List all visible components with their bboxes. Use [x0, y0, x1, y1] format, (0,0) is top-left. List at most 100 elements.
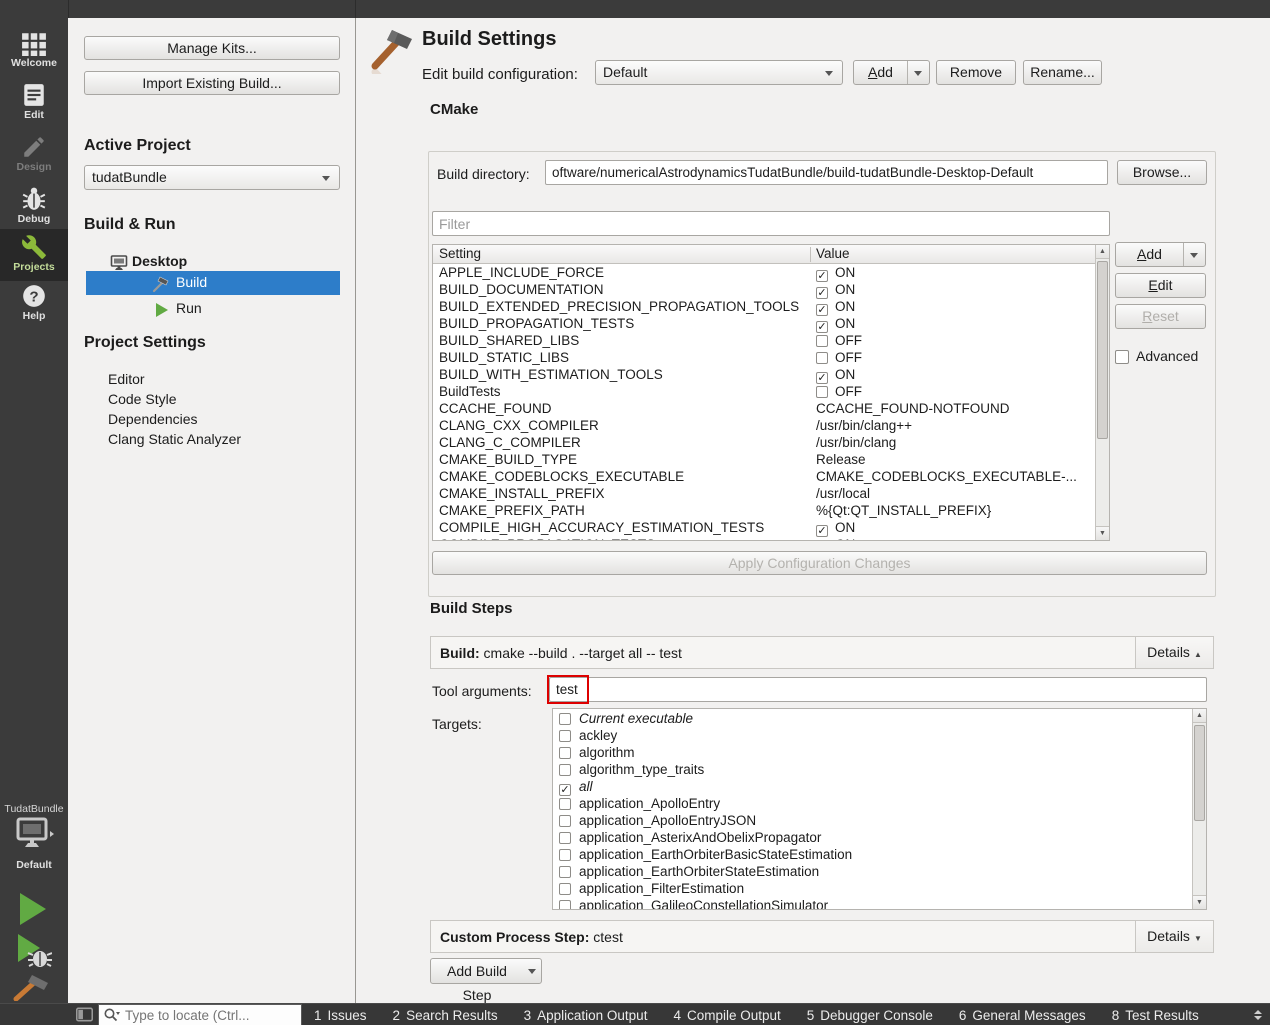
- target-row[interactable]: application_GalileoConstellationSimulato…: [553, 897, 1192, 909]
- output-pane-button[interactable]: 1Issues: [314, 1008, 367, 1023]
- manage-kits-button[interactable]: Manage Kits...: [84, 36, 340, 60]
- cmake-filter-input[interactable]: [432, 211, 1110, 236]
- scrollbar-thumb[interactable]: [1194, 725, 1205, 821]
- output-pane-button[interactable]: 4Compile Output: [673, 1008, 780, 1023]
- target-checkbox[interactable]: [559, 764, 571, 776]
- import-existing-build-button[interactable]: Import Existing Build...: [84, 71, 340, 95]
- mode-help[interactable]: ? Help: [0, 281, 68, 331]
- settings-table-scrollbar[interactable]: ▲ ▼: [1095, 245, 1109, 540]
- table-row[interactable]: COMPILE_HIGH_ACCURACY_ESTIMATION_TESTS O…: [433, 519, 1095, 536]
- build-directory-input[interactable]: [545, 160, 1108, 185]
- target-row[interactable]: application_EarthOrbiterBasicStateEstima…: [553, 846, 1192, 863]
- mode-debug[interactable]: Debug: [0, 184, 68, 234]
- advanced-checkbox[interactable]: [1115, 350, 1129, 364]
- output-pane-button[interactable]: 3Application Output: [524, 1008, 648, 1023]
- target-checkbox[interactable]: [559, 883, 571, 895]
- target-row[interactable]: algorithm_type_traits: [553, 761, 1192, 778]
- table-row[interactable]: BUILD_STATIC_LIBS OFF: [433, 349, 1095, 366]
- output-pane-button[interactable]: 5Debugger Console: [807, 1008, 933, 1023]
- mode-projects[interactable]: Projects: [0, 229, 68, 281]
- tree-item-build[interactable]: Build: [86, 271, 340, 295]
- edit-setting-button[interactable]: Edit: [1115, 273, 1206, 298]
- table-row[interactable]: APPLE_INCLUDE_FORCE ON: [433, 264, 1095, 281]
- output-pane-button[interactable]: 8Test Results: [1112, 1008, 1199, 1023]
- scroll-down-arrow[interactable]: ▼: [1193, 895, 1206, 909]
- target-row[interactable]: application_FilterEstimation: [553, 880, 1192, 897]
- scroll-down-arrow[interactable]: ▼: [1096, 526, 1109, 540]
- target-checkbox[interactable]: [559, 730, 571, 742]
- target-checkbox[interactable]: [559, 798, 571, 810]
- project-settings-item[interactable]: Dependencies: [108, 411, 198, 427]
- add-setting-button[interactable]: Add: [1115, 242, 1206, 267]
- table-row[interactable]: BUILD_SHARED_LIBS OFF: [433, 332, 1095, 349]
- remove-configuration-button[interactable]: Remove: [936, 60, 1016, 85]
- tool-arguments-input[interactable]: [549, 677, 1207, 702]
- project-settings-item[interactable]: Editor: [108, 371, 145, 387]
- table-row[interactable]: BUILD_EXTENDED_PRECISION_PROPAGATION_TOO…: [433, 298, 1095, 315]
- build-step-details-button[interactable]: Details▲: [1135, 637, 1213, 668]
- table-row[interactable]: BUILD_WITH_ESTIMATION_TOOLS ON: [433, 366, 1095, 383]
- scrollbar-thumb[interactable]: [1097, 261, 1108, 439]
- run-button[interactable]: [12, 891, 52, 927]
- add-configuration-menu-button[interactable]: [907, 61, 929, 84]
- target-row[interactable]: all: [553, 778, 1192, 795]
- table-row[interactable]: CMAKE_INSTALL_PREFIX /usr/local: [433, 485, 1095, 502]
- target-checkbox[interactable]: [559, 900, 571, 909]
- project-settings-item[interactable]: Clang Static Analyzer: [108, 431, 241, 447]
- column-value[interactable]: Value: [816, 246, 850, 261]
- value-checkbox[interactable]: [816, 335, 828, 347]
- advanced-checkbox-row[interactable]: Advanced: [1115, 348, 1198, 364]
- table-row[interactable]: CMAKE_CODEBLOCKS_EXECUTABLE CMAKE_CODEBL…: [433, 468, 1095, 485]
- value-checkbox[interactable]: [816, 386, 828, 398]
- table-row[interactable]: BuildTests OFF: [433, 383, 1095, 400]
- target-checkbox[interactable]: [559, 713, 571, 725]
- scroll-up-arrow[interactable]: ▲: [1096, 245, 1109, 259]
- target-checkbox[interactable]: [559, 832, 571, 844]
- target-checkbox[interactable]: [559, 866, 571, 878]
- target-checkbox[interactable]: [559, 747, 571, 759]
- table-row[interactable]: BUILD_PROPAGATION_TESTS ON: [433, 315, 1095, 332]
- tree-item-run[interactable]: Run: [86, 298, 340, 320]
- active-project-select[interactable]: tudatBundle: [84, 165, 340, 190]
- value-checkbox[interactable]: [816, 352, 828, 364]
- tree-item-desktop[interactable]: Desktop: [132, 253, 187, 269]
- target-row[interactable]: application_ApolloEntry: [553, 795, 1192, 812]
- browse-button[interactable]: Browse...: [1117, 160, 1207, 185]
- output-pane-button[interactable]: 6General Messages: [959, 1008, 1086, 1023]
- table-row[interactable]: COMPILE_PROPAGATION_TESTS ON: [433, 536, 1095, 540]
- targets-scrollbar[interactable]: ▲ ▼: [1192, 709, 1206, 909]
- table-row[interactable]: CMAKE_PREFIX_PATH %{Qt:QT_INSTALL_PREFIX…: [433, 502, 1095, 519]
- build-hammer-button[interactable]: [12, 973, 52, 1001]
- target-row[interactable]: Current executable: [553, 710, 1192, 727]
- scroll-up-arrow[interactable]: ▲: [1193, 709, 1206, 723]
- target-row[interactable]: application_ApolloEntryJSON: [553, 812, 1192, 829]
- column-setting[interactable]: Setting: [439, 246, 481, 261]
- locator[interactable]: [98, 1004, 302, 1025]
- target-row[interactable]: application_AsterixAndObelixPropagator: [553, 829, 1192, 846]
- mode-welcome[interactable]: Welcome: [0, 28, 68, 78]
- add-build-step-button[interactable]: Add Build Step: [430, 958, 542, 984]
- output-pane-button[interactable]: 2Search Results: [393, 1008, 498, 1023]
- locator-input[interactable]: [125, 1005, 299, 1025]
- table-row[interactable]: CCACHE_FOUND CCACHE_FOUND-NOTFOUND: [433, 400, 1095, 417]
- build-configuration-select[interactable]: Default: [595, 60, 843, 85]
- rename-configuration-button[interactable]: Rename...: [1023, 60, 1102, 85]
- add-setting-menu-button[interactable]: [1183, 243, 1205, 266]
- target-checkbox[interactable]: [559, 815, 571, 827]
- table-row[interactable]: BUILD_DOCUMENTATION ON: [433, 281, 1095, 298]
- table-row[interactable]: CMAKE_BUILD_TYPE Release: [433, 451, 1095, 468]
- target-row[interactable]: ackley: [553, 727, 1192, 744]
- add-configuration-button[interactable]: Add: [853, 60, 930, 85]
- custom-step-details-button[interactable]: Details▼: [1135, 921, 1213, 952]
- target-row[interactable]: application_EarthOrbiterStateEstimation: [553, 863, 1192, 880]
- add-build-step-menu[interactable]: [523, 959, 541, 983]
- debug-run-button[interactable]: [12, 933, 52, 969]
- target-row[interactable]: algorithm: [553, 744, 1192, 761]
- mode-edit[interactable]: Edit: [0, 80, 68, 130]
- table-row[interactable]: CLANG_CXX_COMPILER /usr/bin/clang++: [433, 417, 1095, 434]
- project-settings-item[interactable]: Code Style: [108, 391, 176, 407]
- target-checkbox[interactable]: [559, 849, 571, 861]
- pane-arrows-button[interactable]: [1254, 1004, 1262, 1025]
- kit-monitor-icon[interactable]: [14, 817, 54, 853]
- toggle-sidebar-icon[interactable]: [76, 1007, 93, 1022]
